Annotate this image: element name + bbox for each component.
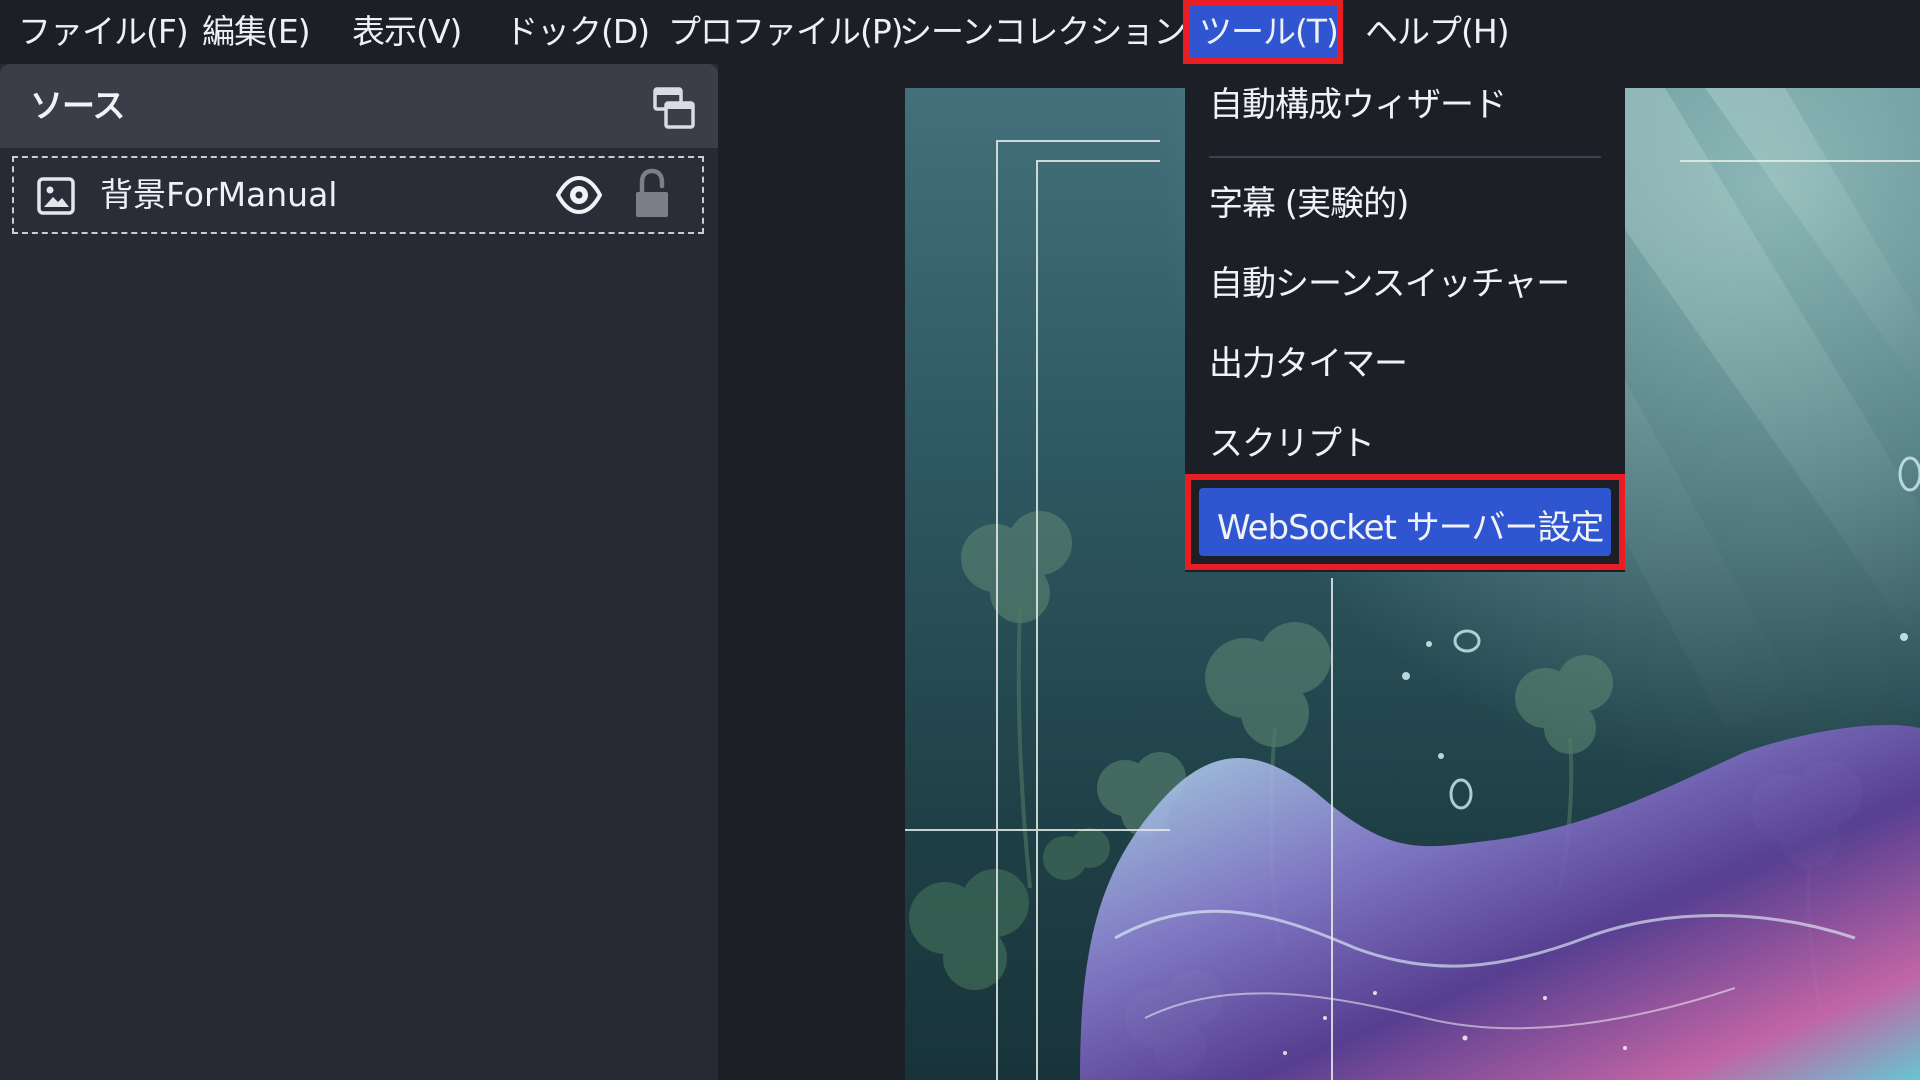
menu-bar: ファイル(F) 編集(E) 表示(V) ドック(D) プロファイル(P) シーン… <box>0 0 1920 64</box>
eye-icon[interactable] <box>555 174 603 216</box>
menu-profile[interactable]: プロファイル(P) <box>668 0 904 64</box>
menu-item-websocket-highlight: WebSocket サーバー設定 <box>1185 474 1625 570</box>
image-icon <box>36 176 76 216</box>
unlocked-icon[interactable] <box>632 168 672 220</box>
menu-item-auto-config-wizard[interactable]: 自動構成ウィザード <box>1209 70 1507 140</box>
sources-dock: ソース 背景ForManual <box>0 64 718 1080</box>
menu-view[interactable]: 表示(V) <box>352 0 462 64</box>
sources-dock-header: ソース <box>0 64 718 148</box>
menu-item-websocket-server-settings[interactable]: WebSocket サーバー設定 <box>1199 488 1611 556</box>
menu-item-captions[interactable]: 字幕 (実験的) <box>1209 169 1409 239</box>
menu-item-auto-scene-switcher[interactable]: 自動シーンスイッチャー <box>1209 249 1570 319</box>
undock-icon[interactable] <box>652 86 696 130</box>
tools-dropdown-menu: 自動構成ウィザード 字幕 (実験的) 自動シーンスイッチャー 出力タイマー スク… <box>1185 64 1625 572</box>
menu-item-scripts[interactable]: スクリプト <box>1209 409 1375 479</box>
source-list-item[interactable]: 背景ForManual <box>12 156 704 234</box>
menu-docks[interactable]: ドック(D) <box>505 0 650 64</box>
source-item-label: 背景ForManual <box>100 175 338 214</box>
menu-separator <box>1209 156 1601 158</box>
menu-edit[interactable]: 編集(E) <box>202 0 311 64</box>
menu-help[interactable]: ヘルプ(H) <box>1365 0 1510 64</box>
menu-item-output-timer[interactable]: 出力タイマー <box>1209 329 1408 399</box>
menu-tools[interactable]: ツール(T) <box>1183 0 1343 64</box>
menu-scene-collection[interactable]: シーンコレクション(S) <box>899 0 1230 64</box>
menu-item-websocket-label: WebSocket サーバー設定 <box>1217 508 1604 548</box>
sources-dock-title: ソース <box>30 86 125 125</box>
menu-file[interactable]: ファイル(F) <box>18 0 189 64</box>
